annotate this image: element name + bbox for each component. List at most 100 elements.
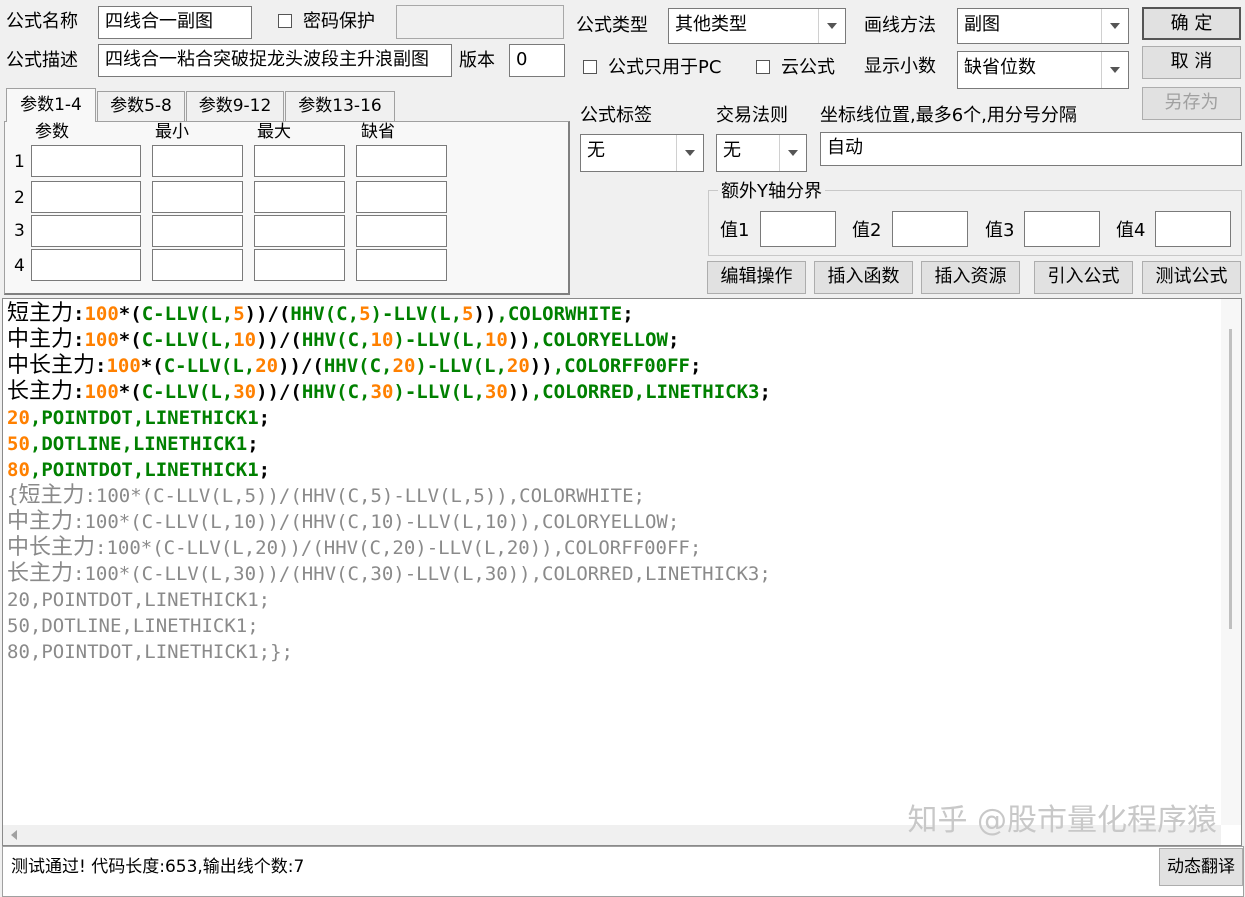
code-token: 5 (359, 303, 371, 325)
chevron-down-icon[interactable] (1101, 9, 1128, 43)
code-line: 20,POINTDOT,LINETHICK1; (7, 405, 270, 431)
formula-type-select[interactable]: 其他类型 (668, 8, 846, 44)
code-token: C-LLV(L, (163, 355, 256, 377)
value-2-input[interactable] (892, 211, 968, 247)
value-4-input[interactable] (1155, 211, 1231, 247)
tab-params-5-8[interactable]: 参数5-8 (97, 91, 185, 121)
ok-button[interactable]: 确 定 (1142, 7, 1241, 40)
param-4-name-input[interactable] (31, 249, 141, 281)
cancel-button[interactable]: 取 消 (1142, 46, 1241, 79)
param-1-min-input[interactable] (152, 145, 243, 177)
chevron-down-icon[interactable] (676, 135, 703, 171)
code-token: ,POINTDOT,LINETHICK1 (29, 459, 259, 481)
code-token: { (7, 485, 19, 507)
vertical-scrollbar[interactable] (1221, 299, 1241, 825)
code-line: 中长主力:100*(C-LLV(L,20))/(HHV(C,20)-LLV(L,… (7, 535, 701, 561)
version-label: 版本 (459, 50, 495, 71)
code-token: 20 (255, 355, 279, 377)
version-input[interactable]: 0 (509, 44, 565, 77)
chevron-down-icon[interactable] (1101, 52, 1128, 88)
code-token: )) (507, 329, 531, 351)
coord-input[interactable]: 自动 (820, 132, 1242, 166)
code-token: 30 (370, 381, 394, 403)
param-1-max-input[interactable] (254, 145, 345, 177)
draw-method-value: 副图 (964, 14, 1000, 35)
code-token: ; (247, 433, 259, 455)
decimals-value: 缺省位数 (964, 57, 1036, 78)
code-line: 50,DOTLINE,LINETHICK1; (7, 431, 259, 457)
decimals-select[interactable]: 缺省位数 (957, 51, 1129, 89)
code-line: 中主力:100*(C-LLV(L,10))/(HHV(C,10)-LLV(L,1… (7, 327, 679, 353)
code-token: 10 (370, 329, 394, 351)
tab-params-1-4[interactable]: 参数1-4 (6, 88, 96, 122)
value-1-input[interactable] (760, 211, 836, 247)
password-input[interactable] (396, 5, 564, 39)
watermark: 知乎 @股市量化程序猿 (907, 803, 1217, 838)
code-line: 80,POINTDOT,LINETHICK1; (7, 457, 270, 483)
chevron-down-icon[interactable] (818, 9, 845, 43)
param-3-max-input[interactable] (254, 215, 345, 247)
cloud-label: 云公式 (781, 57, 835, 78)
param-row-number: 3 (14, 221, 25, 241)
value-1-label: 值1 (720, 220, 750, 241)
save-as-button[interactable]: 另存为 (1142, 87, 1241, 120)
insert-resource-button[interactable]: 插入资源 (921, 261, 1020, 294)
param-4-default-input[interactable] (356, 249, 447, 281)
param-2-min-input[interactable] (152, 181, 243, 213)
code-token: *( (118, 381, 142, 403)
password-checkbox[interactable] (278, 14, 292, 28)
tag-label: 公式标签 (580, 105, 652, 126)
scroll-left-arrow-icon[interactable] (11, 830, 17, 840)
code-line: 短主力:100*(C-LLV(L,5))/(HHV(C,5)-LLV(L,5))… (7, 301, 634, 327)
param-2-max-input[interactable] (254, 181, 345, 213)
code-token: :100*(C-LLV(L,5))/(HHV(C,5)-LLV(L,5)),CO… (84, 485, 645, 507)
code-token: : (73, 303, 85, 325)
trade-rule-select[interactable]: 无 (716, 134, 807, 172)
param-4-max-input[interactable] (254, 249, 345, 281)
code-token: :100*(C-LLV(L,10))/(HHV(C,10)-LLV(L,10))… (73, 511, 680, 533)
code-editor[interactable]: 短主力:100*(C-LLV(L,5))/(HHV(C,5)-LLV(L,5))… (2, 298, 1242, 846)
cloud-checkbox[interactable] (756, 60, 770, 74)
pc-only-label: 公式只用于PC (608, 57, 722, 78)
value-3-input[interactable] (1024, 211, 1100, 247)
param-4-min-input[interactable] (152, 249, 243, 281)
code-token: 长主力 (7, 561, 74, 586)
param-2-default-input[interactable] (356, 181, 447, 213)
param-row-number: 4 (14, 256, 25, 276)
test-formula-button[interactable]: 测试公式 (1142, 261, 1241, 294)
import-formula-button[interactable]: 引入公式 (1034, 261, 1133, 294)
code-token: : (73, 329, 85, 351)
param-3-name-input[interactable] (31, 215, 141, 247)
draw-method-select[interactable]: 副图 (957, 8, 1129, 44)
param-2-name-input[interactable] (31, 181, 141, 213)
param-1-default-input[interactable] (356, 145, 447, 177)
code-token: ,COLORFF00FF (552, 355, 690, 377)
dynamic-translate-button[interactable]: 动态翻译 (1159, 848, 1243, 886)
coord-label: 坐标线位置,最多6个,用分号分隔 (820, 105, 1077, 126)
tab-params-13-16[interactable]: 参数13-16 (285, 91, 395, 121)
chevron-down-icon[interactable] (779, 135, 806, 171)
param-1-name-input[interactable] (31, 145, 141, 177)
code-token: ; (759, 381, 771, 403)
code-token: ; (258, 459, 271, 481)
code-token: *( (140, 355, 164, 377)
param-header-name: 参数 (35, 122, 69, 142)
code-token: ))/( (256, 381, 302, 403)
param-3-default-input[interactable] (356, 215, 447, 247)
insert-function-button[interactable]: 插入函数 (814, 261, 913, 294)
edit-ops-button[interactable]: 编辑操作 (707, 261, 806, 294)
tab-params-9-12[interactable]: 参数9-12 (186, 91, 284, 121)
formula-desc-input[interactable]: 四线合一粘合突破捉龙头波段主升浪副图 (98, 44, 452, 77)
tag-select[interactable]: 无 (580, 134, 704, 172)
param-3-min-input[interactable] (152, 215, 243, 247)
pc-only-checkbox[interactable] (583, 60, 597, 74)
formula-name-input[interactable]: 四线合一副图 (98, 6, 252, 39)
code-token: ,COLORWHITE (496, 303, 623, 325)
code-token: HHV(C, (323, 355, 393, 377)
code-token: ; (258, 407, 271, 429)
code-token: 20,POINTDOT,LINETHICK1; (7, 589, 271, 611)
code-token: : (95, 355, 107, 377)
code-token: ,COLORRED,LINETHICK3 (530, 381, 760, 403)
params-panel: 参数 最小 最大 缺省 1 2 3 4 (4, 121, 570, 295)
scroll-thumb[interactable] (1229, 329, 1232, 629)
